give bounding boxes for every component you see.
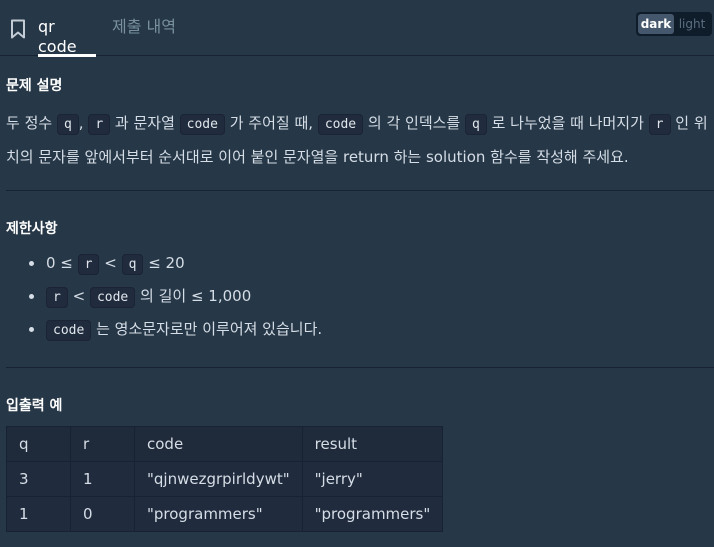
theme-toggle[interactable]: dark light [636,12,712,36]
constraints-title: 제한사항 [6,221,58,237]
code-code: code [317,114,364,135]
code-code: code [179,114,225,135]
bookmark-icon[interactable] [10,19,26,39]
examples-table: q r code result 3 1 "qjnwezgrpirldywt" "… [6,426,444,532]
column-header-q: q [6,426,71,462]
tab-submission-history[interactable]: 제출 내역 [112,17,176,56]
table-cell: "qjnwezgrpirldywt" [134,461,303,497]
theme-dark-button[interactable]: dark [638,14,674,34]
code-q: q [121,254,144,275]
code-q: q [56,114,79,135]
top-bar: qr code 제출 내역 dark light [0,0,714,57]
table-cell: "jerry" [301,461,444,497]
table-cell: 3 [6,461,71,497]
constraint-item: code 는 영소문자로만 이루어져 있습니다. [28,316,322,349]
code-r: r [88,114,111,135]
table-row: 3 1 "qjnwezgrpirldywt" "jerry" [6,461,444,497]
table-row: 1 0 "programmers" "programmers" [6,496,444,532]
column-header-code: code [134,426,303,462]
code-code: code [89,287,136,308]
section-divider [6,367,714,368]
table-cell: 0 [70,496,135,532]
code-r: r [46,287,68,308]
section-divider [6,190,714,191]
table-cell: 1 [70,461,135,497]
description-text: 두 정수 q, r 과 문자열 code 가 주어질 때, code 의 각 인… [6,114,708,166]
examples-title: 입출력 예 [6,398,63,414]
code-r: r [77,254,100,275]
code-code: code [46,320,92,341]
table-header-row: q r code result [6,426,444,462]
theme-light-button[interactable]: light [674,14,710,34]
table-cell: 1 [6,496,71,532]
table-cell: "programmers" [301,496,444,532]
column-header-result: result [301,426,444,462]
code-q: q [465,114,487,135]
constraint-item: 0 ≤ r < q ≤ 20 [28,250,322,283]
description-title: 문제 설명 [6,78,63,94]
constraints-list: 0 ≤ r < q ≤ 20 r < code 의 길이 ≤ 1,000 cod… [28,250,322,349]
constraint-item: r < code 의 길이 ≤ 1,000 [28,283,322,316]
code-r: r [648,114,671,135]
tab-qr-code[interactable]: qr code [38,17,96,57]
table-cell: "programmers" [134,496,303,532]
column-header-r: r [70,426,135,462]
